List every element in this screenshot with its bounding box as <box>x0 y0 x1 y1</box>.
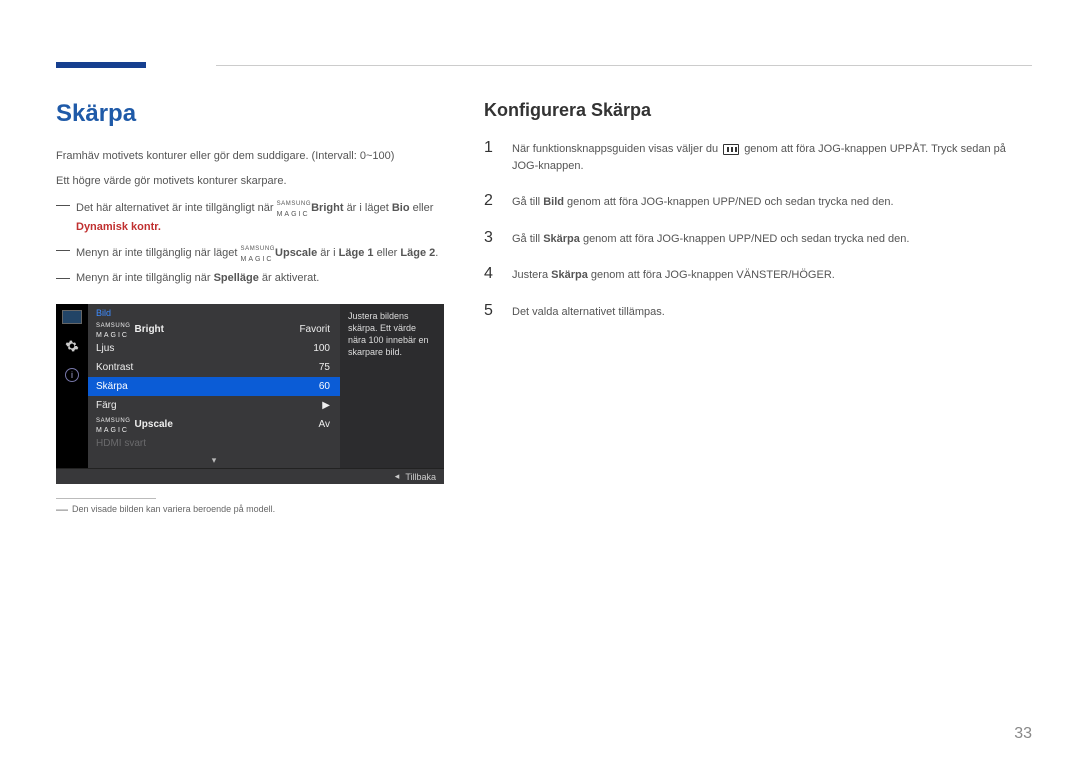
chevron-right-icon: ▶ <box>322 400 330 411</box>
osd-row-hdmi-disabled: HDMI svart <box>88 434 340 453</box>
note1-text-pre: Det här alternativet är inte tillgänglig… <box>76 202 277 214</box>
section-title: Konfigurera Skärpa <box>484 100 1032 121</box>
osd-row-farg: Färg▶ <box>88 396 340 415</box>
osd-menu-list: Bild SAMSUNGMAGICBright Favorit Ljus100 … <box>88 304 340 468</box>
step-number: 2 <box>484 192 498 210</box>
osd-sidebar: i <box>56 304 88 468</box>
content-columns: Skärpa Framhäv motivets konturer eller g… <box>56 100 1032 516</box>
step2-pre: Gå till <box>512 196 543 208</box>
note1-mid: är i läget <box>347 202 392 214</box>
header-bar <box>56 62 1032 70</box>
osd-value: Favorit <box>299 324 330 335</box>
osd-description-panel: Justera bildens skärpa. Ett värde nära 1… <box>340 304 444 468</box>
samsung-magic-label: SAMSUNGMAGIC <box>96 415 131 435</box>
right-column: Konfigurera Skärpa 1 När funktionsknapps… <box>484 100 1032 516</box>
osd-row-upscale: SAMSUNGMAGICUpscale Av <box>88 415 340 434</box>
step3-post: genom att föra JOG-knappen UPP/NED och s… <box>580 233 910 245</box>
spellage-label: Spelläge <box>214 272 259 284</box>
footnote: ― Den visade bilden kan variera beroende… <box>56 503 444 516</box>
note-2: ― Menyn är inte tillgänglig när läget SA… <box>56 242 444 264</box>
osd-footer: ◂ Tillbaka <box>56 468 444 484</box>
osd-value: 100 <box>313 343 330 354</box>
back-label: Tillbaka <box>405 472 436 482</box>
samsung-magic-label: SAMSUNGMAGIC <box>96 320 131 340</box>
step3-pre: Gå till <box>512 233 543 245</box>
step-number: 1 <box>484 139 498 157</box>
note-1: ― Det här alternativet är inte tillgängl… <box>56 197 444 236</box>
note3-end: är aktiverat. <box>262 272 319 284</box>
osd-value: 75 <box>319 362 330 373</box>
intro-paragraph-2: Ett högre värde gör motivets konturer sk… <box>56 173 444 190</box>
note2-pre: Menyn är inte tillgänglig när läget <box>76 246 240 258</box>
osd-row-kontrast: Kontrast75 <box>88 358 340 377</box>
header-accent <box>56 62 146 68</box>
step5-text: Det valda alternativet tillämpas. <box>512 302 1032 321</box>
footnote-rule <box>56 498 156 499</box>
info-tab-icon: i <box>65 368 79 382</box>
samsung-magic-label: SAMSUNGMAGIC <box>277 197 312 219</box>
step-number: 5 <box>484 302 498 320</box>
osd-section-header: Bild <box>88 304 340 320</box>
step-number: 3 <box>484 229 498 247</box>
step4-pre: Justera <box>512 269 551 281</box>
left-column: Skärpa Framhäv motivets konturer eller g… <box>56 100 444 516</box>
osd-row-skarpa-selected: Skärpa60 <box>88 377 340 396</box>
step-1: 1 När funktionsknappsguiden visas väljer… <box>484 139 1032 174</box>
step-number: 4 <box>484 265 498 283</box>
lage1-label: Läge 1 <box>339 246 374 258</box>
step-5: 5 Det valda alternativet tillämpas. <box>484 302 1032 321</box>
picture-tab-icon <box>62 310 82 324</box>
chevron-down-icon: ▾ <box>88 453 340 468</box>
note-dash: ― <box>56 270 70 287</box>
lage2-label: Läge 2 <box>400 246 435 258</box>
step-3: 3 Gå till Skärpa genom att föra JOG-knap… <box>484 229 1032 248</box>
note-3: ― Menyn är inte tillgänglig när Spelläge… <box>56 270 444 287</box>
note1-eller: eller <box>413 202 434 214</box>
osd-value: 60 <box>319 381 330 392</box>
step-2: 2 Gå till Bild genom att föra JOG-knappe… <box>484 192 1032 211</box>
bright-label: Bright <box>311 202 343 214</box>
osd-row-ljus: Ljus100 <box>88 339 340 358</box>
step1-pre: När funktionsknappsguiden visas väljer d… <box>512 143 721 155</box>
osd-value: Av <box>319 419 331 430</box>
osd-row-bright: SAMSUNGMAGICBright Favorit <box>88 320 340 339</box>
skarpa-label: Skärpa <box>551 269 588 281</box>
upscale-label: Upscale <box>275 246 317 258</box>
note2-end: . <box>435 246 438 258</box>
osd-screenshot: i Bild SAMSUNGMAGICBright Favorit Ljus10… <box>56 304 444 484</box>
samsung-magic-label: SAMSUNGMAGIC <box>240 242 275 264</box>
menu-icon <box>723 144 739 155</box>
intro-paragraph-1: Framhäv motivets konturer eller gör dem … <box>56 148 444 165</box>
step2-post: genom att föra JOG-knappen UPP/NED och s… <box>564 196 894 208</box>
chevron-left-icon: ◂ <box>395 471 400 482</box>
bio-label: Bio <box>392 202 410 214</box>
settings-tab-icon <box>64 338 80 354</box>
note3-pre: Menyn är inte tillgänglig när <box>76 272 214 284</box>
note2-eller: eller <box>377 246 401 258</box>
step-4: 4 Justera Skärpa genom att föra JOG-knap… <box>484 265 1032 284</box>
header-rule <box>216 65 1032 66</box>
bild-label: Bild <box>543 196 564 208</box>
dynamisk-kontr-label: Dynamisk kontr. <box>76 221 161 233</box>
note-dash: ― <box>56 242 70 264</box>
note-dash: ― <box>56 197 70 236</box>
skarpa-label: Skärpa <box>543 233 580 245</box>
note2-mid: är i <box>320 246 338 258</box>
page-number: 33 <box>1014 725 1032 743</box>
page-title: Skärpa <box>56 100 444 128</box>
step4-post: genom att föra JOG-knappen VÄNSTER/HÖGER… <box>588 269 835 281</box>
